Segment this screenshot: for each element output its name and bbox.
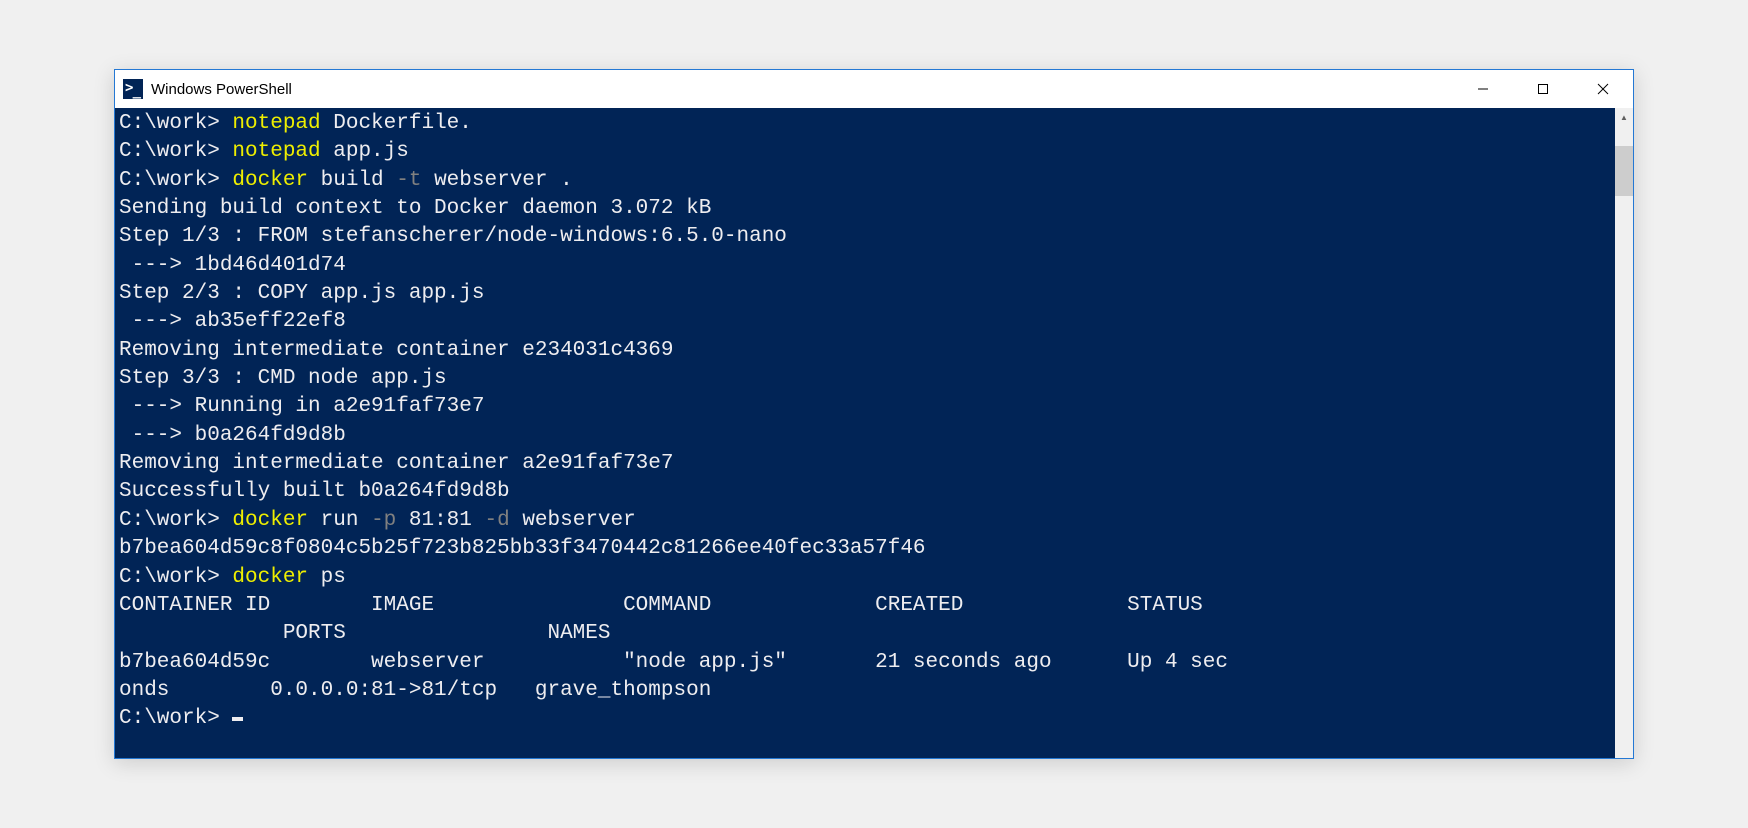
scrollbar[interactable]: ▲ xyxy=(1615,108,1633,758)
maximize-icon xyxy=(1537,83,1549,95)
terminal-line: ---> 1bd46d401d74 xyxy=(119,252,1611,280)
terminal-line: onds 0.0.0.0:81->81/tcp grave_thompson xyxy=(119,677,1611,705)
terminal-segment: Sending build context to Docker daemon 3… xyxy=(119,197,711,220)
terminal-segment: C:\work> xyxy=(119,169,232,192)
terminal-segment: ---> ab35eff22ef8 xyxy=(119,310,346,333)
terminal-segment: Step 3/3 : CMD node app.js xyxy=(119,367,447,390)
minimize-button[interactable] xyxy=(1453,70,1513,108)
terminal-segment: Removing intermediate container e234031c… xyxy=(119,339,674,362)
terminal-segment: Dockerfile. xyxy=(333,112,472,135)
terminal-line: b7bea604d59c8f0804c5b25f723b825bb33f3470… xyxy=(119,535,1611,563)
window-title: Windows PowerShell xyxy=(151,81,1453,98)
terminal-line: Step 1/3 : FROM stefanscherer/node-windo… xyxy=(119,223,1611,251)
app-icon xyxy=(123,79,143,99)
terminal-segment: -d xyxy=(485,509,523,532)
terminal-segment: build xyxy=(321,169,397,192)
terminal-segment: run xyxy=(321,509,371,532)
terminal-segment: b7bea604d59c8f0804c5b25f723b825bb33f3470… xyxy=(119,537,926,560)
maximize-button[interactable] xyxy=(1513,70,1573,108)
terminal-segment: C:\work> xyxy=(119,140,232,163)
terminal-line: C:\work> docker ps xyxy=(119,564,1611,592)
terminal-segment: -t xyxy=(396,169,434,192)
terminal-segment: PORTS NAMES xyxy=(119,622,610,645)
terminal-line: ---> ab35eff22ef8 xyxy=(119,308,1611,336)
terminal-segment: ---> 1bd46d401d74 xyxy=(119,254,346,277)
terminal-line: Successfully built b0a264fd9d8b xyxy=(119,478,1611,506)
terminal-segment: onds 0.0.0.0:81->81/tcp grave_thompson xyxy=(119,679,711,702)
terminal-segment: docker xyxy=(232,169,320,192)
terminal-line: C:\work> docker build -t webserver . xyxy=(119,167,1611,195)
terminal-line: ---> Running in a2e91faf73e7 xyxy=(119,393,1611,421)
terminal-segment: Removing intermediate container a2e91faf… xyxy=(119,452,674,475)
terminal-line: PORTS NAMES xyxy=(119,620,1611,648)
window-controls xyxy=(1453,70,1633,108)
terminal-line: Sending build context to Docker daemon 3… xyxy=(119,195,1611,223)
terminal-segment: webserver xyxy=(522,509,635,532)
terminal-line: C:\work> xyxy=(119,705,1611,733)
terminal-segment: app.js xyxy=(333,140,409,163)
terminal-segment: C:\work> xyxy=(119,509,232,532)
terminal-container: C:\work> notepad Dockerfile.C:\work> not… xyxy=(115,108,1633,758)
terminal-line: Step 2/3 : COPY app.js app.js xyxy=(119,280,1611,308)
terminal-segment: 81:81 xyxy=(409,509,485,532)
terminal-segment: notepad xyxy=(232,112,333,135)
terminal-segment: b7bea604d59c webserver "node app.js" 21 … xyxy=(119,651,1228,674)
titlebar[interactable]: Windows PowerShell xyxy=(115,70,1633,108)
terminal-segment: notepad xyxy=(232,140,333,163)
minimize-icon xyxy=(1477,83,1489,95)
terminal-line: Removing intermediate container e234031c… xyxy=(119,337,1611,365)
terminal-line: CONTAINER ID IMAGE COMMAND CREATED STATU… xyxy=(119,592,1611,620)
close-button[interactable] xyxy=(1573,70,1633,108)
terminal-segment: ps xyxy=(321,566,346,589)
terminal-line: C:\work> docker run -p 81:81 -d webserve… xyxy=(119,507,1611,535)
terminal-segment: C:\work> xyxy=(119,566,232,589)
terminal-segment: ---> Running in a2e91faf73e7 xyxy=(119,395,484,418)
terminal-line: Removing intermediate container a2e91faf… xyxy=(119,450,1611,478)
terminal-segment: -p xyxy=(371,509,409,532)
terminal-segment: Step 2/3 : COPY app.js app.js xyxy=(119,282,484,305)
terminal-segment: Step 1/3 : FROM stefanscherer/node-windo… xyxy=(119,225,787,248)
terminal-segment: CONTAINER ID IMAGE COMMAND CREATED STATU… xyxy=(119,594,1203,617)
terminal-segment: Successfully built b0a264fd9d8b xyxy=(119,480,510,503)
powershell-window: Windows PowerShell C:\work> notepad Dock… xyxy=(114,69,1634,759)
terminal-line: Step 3/3 : CMD node app.js xyxy=(119,365,1611,393)
terminal-segment: C:\work> xyxy=(119,707,232,730)
scroll-thumb[interactable] xyxy=(1615,146,1633,196)
scroll-up-button[interactable]: ▲ xyxy=(1615,108,1633,126)
terminal-line: C:\work> notepad app.js xyxy=(119,138,1611,166)
close-icon xyxy=(1597,83,1609,95)
terminal-segment: docker xyxy=(232,509,320,532)
terminal-output[interactable]: C:\work> notepad Dockerfile.C:\work> not… xyxy=(115,108,1615,758)
terminal-line: C:\work> notepad Dockerfile. xyxy=(119,110,1611,138)
terminal-line: ---> b0a264fd9d8b xyxy=(119,422,1611,450)
terminal-line: b7bea604d59c webserver "node app.js" 21 … xyxy=(119,649,1611,677)
terminal-segment: ---> b0a264fd9d8b xyxy=(119,424,346,447)
terminal-segment: webserver . xyxy=(434,169,573,192)
cursor xyxy=(232,717,243,721)
terminal-segment: docker xyxy=(232,566,320,589)
terminal-segment: C:\work> xyxy=(119,112,232,135)
